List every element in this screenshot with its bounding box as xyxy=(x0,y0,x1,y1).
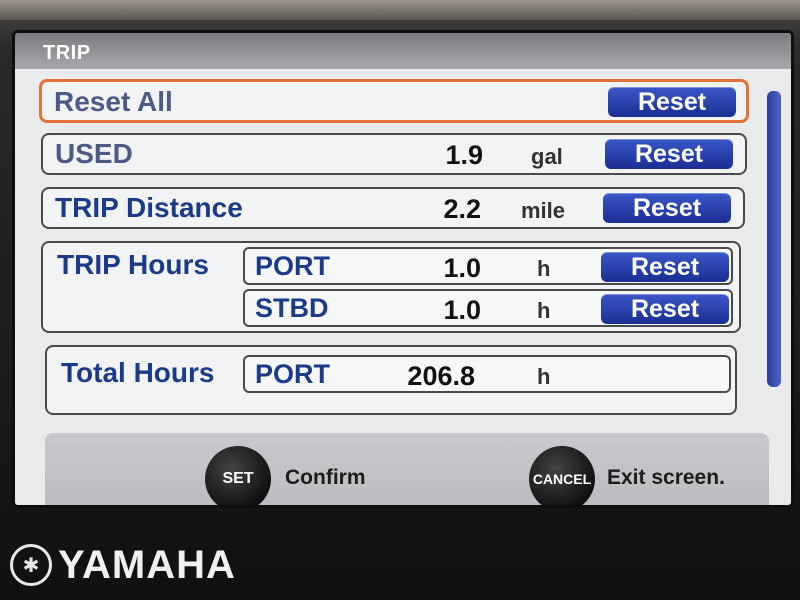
row-used[interactable]: USED 1.9 gal Reset xyxy=(41,133,747,175)
set-button[interactable]: SET xyxy=(205,446,271,505)
used-label: USED xyxy=(55,138,133,169)
cancel-action-label: Exit screen. xyxy=(607,466,725,489)
reset-all-button[interactable]: Reset xyxy=(608,87,736,117)
tuning-fork-emblem-icon: ✱ xyxy=(10,544,52,586)
trip-hours-label: TRIP Hours xyxy=(57,249,209,280)
row-reset-all[interactable]: Reset All Reset xyxy=(39,79,749,123)
total-hours-label: Total Hours xyxy=(61,357,215,388)
trip-distance-label: TRIP Distance xyxy=(55,192,243,223)
total-hours-port-row: PORT 206.8 h xyxy=(243,355,731,393)
trip-hours-port-unit: h xyxy=(537,256,551,281)
trip-hours-stbd-row[interactable]: STBD 1.0 h Reset xyxy=(243,289,733,327)
trip-hours-stbd-value: 1.0 xyxy=(443,295,481,325)
trip-hours-port-value: 1.0 xyxy=(443,253,481,283)
total-hours-port-unit: h xyxy=(537,364,551,389)
cancel-button[interactable]: CANCEL xyxy=(529,446,595,505)
trip-hours-port-label: PORT xyxy=(255,251,331,281)
trip-hours-stbd-unit: h xyxy=(537,298,551,323)
row-trip-hours: TRIP Hours PORT 1.0 h Reset STBD 1.0 h R… xyxy=(41,241,741,333)
used-value: 1.9 xyxy=(445,140,483,170)
display-screen: TRIP Reset All Reset USED 1.9 gal Reset … xyxy=(12,30,794,508)
used-unit: gal xyxy=(531,144,563,169)
brand-name: YAMAHA xyxy=(58,542,236,587)
screen-title: TRIP xyxy=(43,42,91,64)
scrollbar[interactable] xyxy=(767,91,781,387)
total-hours-port-value: 206.8 xyxy=(407,361,475,391)
trip-content: Reset All Reset USED 1.9 gal Reset TRIP … xyxy=(15,69,791,505)
title-bar: TRIP xyxy=(15,33,791,69)
trip-distance-unit: mile xyxy=(521,198,566,223)
trip-hours-stbd-reset-button[interactable]: Reset xyxy=(601,294,729,324)
yamaha-display-device: TRIP Reset All Reset USED 1.9 gal Reset … xyxy=(0,0,800,600)
used-reset-button[interactable]: Reset xyxy=(605,139,733,169)
trip-hours-port-reset-button[interactable]: Reset xyxy=(601,252,729,282)
brand-logo: ✱ YAMAHA xyxy=(10,540,236,590)
bezel-top xyxy=(0,0,800,20)
trip-distance-reset-button[interactable]: Reset xyxy=(603,193,731,223)
trip-hours-port-row[interactable]: PORT 1.0 h Reset xyxy=(243,247,733,285)
total-hours-port-label: PORT xyxy=(255,359,331,389)
reset-all-label: Reset All xyxy=(54,86,173,117)
trip-distance-value: 2.2 xyxy=(443,194,481,224)
row-total-hours: Total Hours PORT 206.8 h xyxy=(45,345,737,415)
row-trip-distance[interactable]: TRIP Distance 2.2 mile Reset xyxy=(41,187,745,229)
trip-hours-stbd-label: STBD xyxy=(255,293,329,323)
set-action-label: Confirm xyxy=(285,466,366,489)
scrollbar-thumb[interactable] xyxy=(767,91,781,387)
action-bar: SET Confirm CANCEL Exit screen. xyxy=(45,433,769,505)
